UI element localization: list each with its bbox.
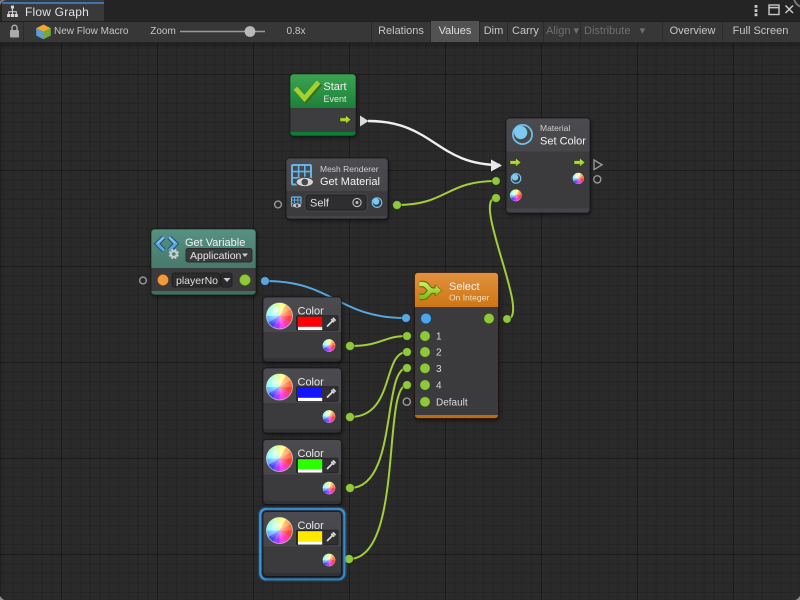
svg-text:2: 2: [436, 348, 442, 359]
svg-text:playerNo: playerNo: [176, 275, 218, 287]
svg-text:Select: Select: [449, 281, 480, 293]
svg-text:Event: Event: [323, 94, 347, 104]
svg-text:Get Variable: Get Variable: [185, 237, 245, 249]
svg-text:Start: Start: [323, 81, 346, 93]
svg-text:On Integer: On Integer: [449, 293, 489, 303]
svg-text:3: 3: [436, 364, 442, 375]
svg-text:Get Material: Get Material: [320, 176, 380, 188]
svg-text:Mesh Renderer: Mesh Renderer: [320, 164, 379, 174]
svg-text:Material: Material: [540, 123, 570, 133]
svg-text:Self: Self: [310, 198, 330, 210]
svg-text:1: 1: [436, 332, 442, 343]
svg-text:Default: Default: [436, 397, 468, 408]
svg-text:Application: Application: [190, 250, 242, 262]
svg-text:Set Color: Set Color: [540, 136, 586, 148]
svg-text:4: 4: [436, 381, 442, 392]
